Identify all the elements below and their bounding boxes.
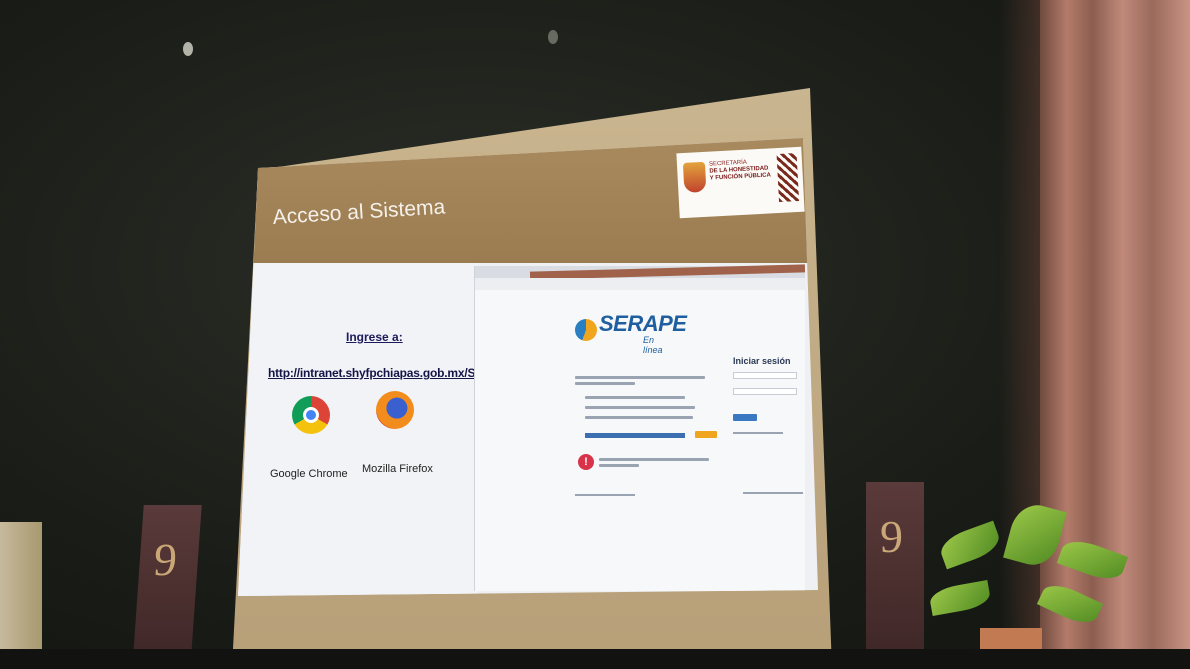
chiapas-shield-icon [682, 161, 707, 193]
orange-button [695, 431, 717, 438]
plant-leaf [936, 520, 1004, 570]
list-item [585, 406, 695, 409]
auditorium-scene: Acceso al Sistema SECRETARÍA DE LA HONES… [0, 0, 1190, 669]
footer-text [743, 492, 803, 494]
projected-slide: Acceso al Sistema SECRETARÍA DE LA HONES… [238, 138, 818, 596]
login-title: Iniciar sesión [733, 356, 791, 366]
stage-floor [0, 649, 1190, 669]
slide-title: Acceso al Sistema [272, 195, 446, 229]
help-link [585, 433, 685, 438]
banner-number: 9 [880, 511, 903, 562]
chrome-label: Google Chrome [270, 468, 348, 480]
integrity-banner-right: 9 [866, 482, 924, 667]
login-button [733, 414, 757, 421]
username-field [733, 372, 797, 379]
chrome-icon [292, 396, 330, 434]
text-line [599, 464, 639, 467]
slide-header: Acceso al Sistema SECRETARÍA DE LA HONES… [238, 138, 818, 263]
ceiling-light [183, 42, 193, 56]
decorative-pattern-icon [776, 153, 800, 203]
list-item [585, 416, 693, 419]
ingrese-label: Ingrese a: [346, 330, 403, 344]
footer-text [575, 494, 635, 496]
podium [0, 522, 42, 669]
text-line [575, 382, 635, 385]
firefox-label: Mozilla Firefox [362, 463, 433, 475]
alert-icon: ! [578, 454, 594, 470]
serape-wordmark: SERAPE [599, 311, 687, 336]
logo-text: SECRETARÍA DE LA HONESTIDAD Y FUNCIÓN PÚ… [709, 158, 772, 182]
slide-left-panel [238, 263, 478, 596]
list-item [585, 396, 685, 399]
firefox-icon [376, 391, 414, 429]
banner-number: 9 [152, 534, 179, 585]
text-line [733, 432, 783, 434]
integrity-banner-left: 9 [132, 505, 202, 669]
browser-address-bar [475, 278, 805, 290]
serape-swirl-icon [575, 319, 597, 341]
text-line [599, 458, 709, 461]
browser-tab-bar [475, 264, 806, 280]
text-line [575, 376, 705, 379]
serape-tagline: En línea [643, 335, 663, 355]
plant-leaf [928, 579, 992, 617]
serape-login-screenshot: SERAPE En línea ! Iniciar sesión [474, 264, 806, 591]
password-field [733, 388, 797, 395]
ceiling-light [548, 30, 558, 44]
intranet-url: http://intranet.shyfpchiapas.gob.mx/Sera… [268, 366, 507, 380]
secretaria-logo: SECRETARÍA DE LA HONESTIDAD Y FUNCIÓN PÚ… [676, 146, 805, 219]
